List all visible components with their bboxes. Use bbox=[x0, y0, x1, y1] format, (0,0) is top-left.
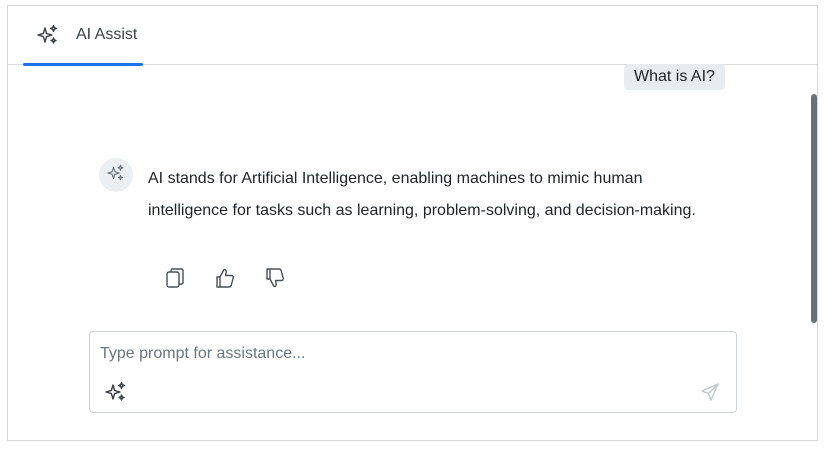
assistant-message: AI stands for Artificial Intelligence, e… bbox=[148, 170, 696, 219]
thumbs-up-icon bbox=[214, 267, 236, 294]
send-button[interactable] bbox=[700, 382, 720, 402]
ai-assist-panel: AI Assist What is AI? AI stands for Arti… bbox=[7, 5, 818, 441]
panel-header: AI Assist bbox=[8, 6, 817, 66]
tab-ai-assist[interactable]: AI Assist bbox=[23, 6, 143, 66]
prompt-input[interactable] bbox=[100, 342, 720, 366]
sparkle-icon bbox=[37, 24, 59, 46]
send-icon bbox=[700, 383, 720, 406]
thumbs-down-icon bbox=[264, 267, 286, 294]
dislike-button[interactable] bbox=[263, 267, 287, 294]
copy-icon bbox=[165, 267, 185, 294]
response-actions bbox=[163, 267, 287, 294]
tab-label: AI Assist bbox=[76, 26, 138, 43]
prompt-container bbox=[89, 331, 737, 413]
sparkle-icon[interactable] bbox=[105, 381, 127, 403]
copy-button[interactable] bbox=[163, 267, 187, 294]
user-message: What is AI? bbox=[624, 64, 725, 90]
assistant-avatar bbox=[99, 158, 133, 192]
like-button[interactable] bbox=[213, 268, 237, 292]
scrollbar-thumb[interactable] bbox=[811, 94, 817, 323]
conversation-area: What is AI? AI stands for Artificial Int… bbox=[8, 64, 817, 440]
sparkle-icon bbox=[107, 164, 125, 187]
